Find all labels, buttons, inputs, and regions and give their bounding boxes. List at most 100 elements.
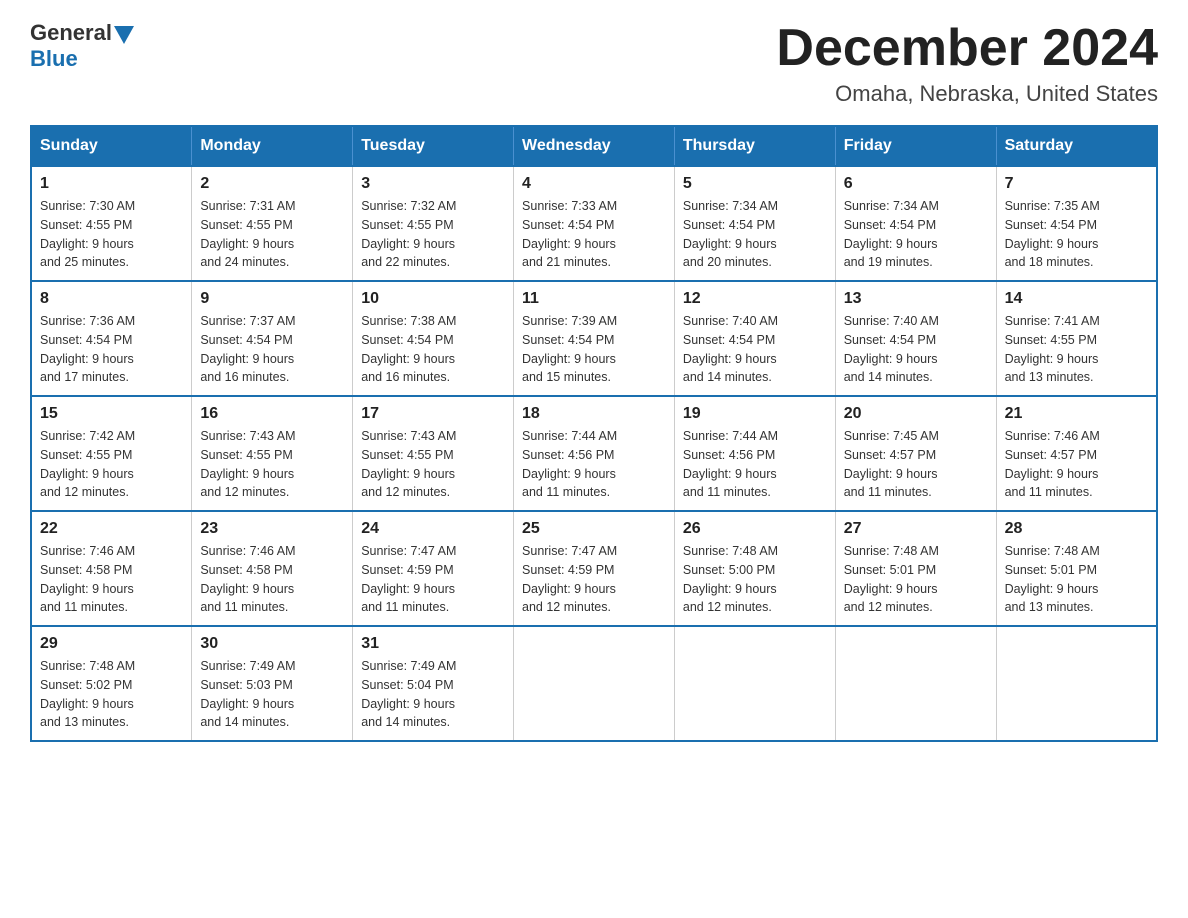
calendar-day-cell: 18 Sunrise: 7:44 AMSunset: 4:56 PMDayligh… bbox=[514, 396, 675, 511]
location-subtitle: Omaha, Nebraska, United States bbox=[776, 81, 1158, 107]
calendar-day-cell: 3Sunrise: 7:32 AMSunset: 4:55 PMDaylight… bbox=[353, 166, 514, 281]
day-number: 22 bbox=[40, 520, 183, 538]
calendar-table: SundayMondayTuesdayWednesdayThursdayFrid… bbox=[30, 125, 1158, 742]
day-info: Sunrise: 7:36 AMSunset: 4:54 PMDaylight:… bbox=[40, 312, 183, 387]
day-number: 20 bbox=[844, 405, 988, 423]
calendar-day-cell: 28Sunrise: 7:48 AMSunset: 5:01 PMDayligh… bbox=[996, 511, 1157, 626]
day-number: 6 bbox=[844, 175, 988, 193]
day-number: 31 bbox=[361, 635, 505, 653]
day-number: 2 bbox=[200, 175, 344, 193]
calendar-day-cell: 4 Sunrise: 7:33 AMSunset: 4:54 PMDaylight… bbox=[514, 166, 675, 281]
day-number: 8 bbox=[40, 290, 183, 308]
day-number: 3 bbox=[361, 175, 505, 193]
day-number: 27 bbox=[844, 520, 988, 538]
day-of-week-header: Saturday bbox=[996, 126, 1157, 166]
day-number: 25 bbox=[522, 520, 666, 538]
day-info: Sunrise: 7:40 AMSunset: 4:54 PMDaylight:… bbox=[844, 312, 988, 387]
day-of-week-header: Monday bbox=[192, 126, 353, 166]
calendar-header-row: SundayMondayTuesdayWednesdayThursdayFrid… bbox=[31, 126, 1157, 166]
day-info: Sunrise: 7:41 AMSunset: 4:55 PMDaylight:… bbox=[1005, 312, 1148, 387]
day-number: 4 bbox=[522, 175, 666, 193]
day-info: Sunrise: 7:40 AMSunset: 4:54 PMDaylight:… bbox=[683, 312, 827, 387]
day-info: Sunrise: 7:37 AMSunset: 4:54 PMDaylight:… bbox=[200, 312, 344, 387]
day-number: 21 bbox=[1005, 405, 1148, 423]
day-info: Sunrise: 7:46 AMSunset: 4:58 PMDaylight:… bbox=[40, 542, 183, 617]
calendar-day-cell: 6 Sunrise: 7:34 AMSunset: 4:54 PMDaylight… bbox=[835, 166, 996, 281]
day-number: 23 bbox=[200, 520, 344, 538]
calendar-day-cell: 23 Sunrise: 7:46 AMSunset: 4:58 PMDayligh… bbox=[192, 511, 353, 626]
day-info: Sunrise: 7:42 AMSunset: 4:55 PMDaylight:… bbox=[40, 427, 183, 502]
calendar-day-cell: 17 Sunrise: 7:43 AMSunset: 4:55 PMDayligh… bbox=[353, 396, 514, 511]
calendar-day-cell: 5Sunrise: 7:34 AMSunset: 4:54 PMDaylight… bbox=[674, 166, 835, 281]
day-number: 15 bbox=[40, 405, 183, 423]
logo: General Blue bbox=[30, 20, 134, 72]
calendar-day-cell bbox=[674, 626, 835, 741]
day-info: Sunrise: 7:39 AMSunset: 4:54 PMDaylight:… bbox=[522, 312, 666, 387]
logo-blue-text: Blue bbox=[30, 46, 78, 72]
day-info: Sunrise: 7:43 AMSunset: 4:55 PMDaylight:… bbox=[200, 427, 344, 502]
calendar-day-cell: 2 Sunrise: 7:31 AMSunset: 4:55 PMDaylight… bbox=[192, 166, 353, 281]
calendar-day-cell: 14 Sunrise: 7:41 AMSunset: 4:55 PMDayligh… bbox=[996, 281, 1157, 396]
day-info: Sunrise: 7:33 AMSunset: 4:54 PMDaylight:… bbox=[522, 197, 666, 272]
day-info: Sunrise: 7:45 AMSunset: 4:57 PMDaylight:… bbox=[844, 427, 988, 502]
day-number: 1 bbox=[40, 175, 183, 193]
day-info: Sunrise: 7:46 AMSunset: 4:57 PMDaylight:… bbox=[1005, 427, 1148, 502]
day-info: Sunrise: 7:47 AMSunset: 4:59 PMDaylight:… bbox=[361, 542, 505, 617]
day-number: 28 bbox=[1005, 520, 1148, 538]
day-info: Sunrise: 7:48 AMSunset: 5:00 PMDaylight:… bbox=[683, 542, 827, 617]
day-info: Sunrise: 7:34 AMSunset: 4:54 PMDaylight:… bbox=[844, 197, 988, 272]
day-number: 29 bbox=[40, 635, 183, 653]
calendar-day-cell bbox=[835, 626, 996, 741]
calendar-day-cell: 13 Sunrise: 7:40 AMSunset: 4:54 PMDayligh… bbox=[835, 281, 996, 396]
calendar-day-cell: 25 Sunrise: 7:47 AMSunset: 4:59 PMDayligh… bbox=[514, 511, 675, 626]
day-info: Sunrise: 7:49 AMSunset: 5:04 PMDaylight:… bbox=[361, 657, 505, 732]
calendar-day-cell: 20 Sunrise: 7:45 AMSunset: 4:57 PMDayligh… bbox=[835, 396, 996, 511]
month-title: December 2024 bbox=[776, 20, 1158, 77]
day-info: Sunrise: 7:44 AMSunset: 4:56 PMDaylight:… bbox=[522, 427, 666, 502]
calendar-day-cell: 29 Sunrise: 7:48 AMSunset: 5:02 PMDayligh… bbox=[31, 626, 192, 741]
day-number: 19 bbox=[683, 405, 827, 423]
day-number: 13 bbox=[844, 290, 988, 308]
day-number: 10 bbox=[361, 290, 505, 308]
calendar-day-cell: 24 Sunrise: 7:47 AMSunset: 4:59 PMDayligh… bbox=[353, 511, 514, 626]
calendar-day-cell bbox=[514, 626, 675, 741]
calendar-day-cell: 9Sunrise: 7:37 AMSunset: 4:54 PMDaylight… bbox=[192, 281, 353, 396]
day-info: Sunrise: 7:31 AMSunset: 4:55 PMDaylight:… bbox=[200, 197, 344, 272]
day-of-week-header: Thursday bbox=[674, 126, 835, 166]
calendar-week-row: 1Sunrise: 7:30 AMSunset: 4:55 PMDaylight… bbox=[31, 166, 1157, 281]
calendar-day-cell: 27Sunrise: 7:48 AMSunset: 5:01 PMDayligh… bbox=[835, 511, 996, 626]
calendar-day-cell: 21 Sunrise: 7:46 AMSunset: 4:57 PMDayligh… bbox=[996, 396, 1157, 511]
calendar-day-cell: 19 Sunrise: 7:44 AMSunset: 4:56 PMDayligh… bbox=[674, 396, 835, 511]
logo-general-text: General bbox=[30, 20, 112, 46]
day-of-week-header: Sunday bbox=[31, 126, 192, 166]
title-section: December 2024 Omaha, Nebraska, United St… bbox=[776, 20, 1158, 107]
day-of-week-header: Friday bbox=[835, 126, 996, 166]
calendar-day-cell: 31 Sunrise: 7:49 AMSunset: 5:04 PMDayligh… bbox=[353, 626, 514, 741]
day-number: 18 bbox=[522, 405, 666, 423]
calendar-day-cell: 16 Sunrise: 7:43 AMSunset: 4:55 PMDayligh… bbox=[192, 396, 353, 511]
day-info: Sunrise: 7:48 AMSunset: 5:02 PMDaylight:… bbox=[40, 657, 183, 732]
day-info: Sunrise: 7:47 AMSunset: 4:59 PMDaylight:… bbox=[522, 542, 666, 617]
calendar-body: 1Sunrise: 7:30 AMSunset: 4:55 PMDaylight… bbox=[31, 166, 1157, 741]
day-number: 12 bbox=[683, 290, 827, 308]
day-number: 17 bbox=[361, 405, 505, 423]
day-info: Sunrise: 7:35 AMSunset: 4:54 PMDaylight:… bbox=[1005, 197, 1148, 272]
day-number: 24 bbox=[361, 520, 505, 538]
calendar-day-cell: 8 Sunrise: 7:36 AMSunset: 4:54 PMDaylight… bbox=[31, 281, 192, 396]
calendar-week-row: 8 Sunrise: 7:36 AMSunset: 4:54 PMDaylight… bbox=[31, 281, 1157, 396]
calendar-day-cell: 1Sunrise: 7:30 AMSunset: 4:55 PMDaylight… bbox=[31, 166, 192, 281]
day-number: 16 bbox=[200, 405, 344, 423]
calendar-day-cell: 22 Sunrise: 7:46 AMSunset: 4:58 PMDayligh… bbox=[31, 511, 192, 626]
calendar-day-cell: 30Sunrise: 7:49 AMSunset: 5:03 PMDayligh… bbox=[192, 626, 353, 741]
calendar-day-cell bbox=[996, 626, 1157, 741]
day-info: Sunrise: 7:44 AMSunset: 4:56 PMDaylight:… bbox=[683, 427, 827, 502]
day-info: Sunrise: 7:34 AMSunset: 4:54 PMDaylight:… bbox=[683, 197, 827, 272]
calendar-day-cell: 12 Sunrise: 7:40 AMSunset: 4:54 PMDayligh… bbox=[674, 281, 835, 396]
calendar-day-cell: 10Sunrise: 7:38 AMSunset: 4:54 PMDayligh… bbox=[353, 281, 514, 396]
day-info: Sunrise: 7:46 AMSunset: 4:58 PMDaylight:… bbox=[200, 542, 344, 617]
day-number: 14 bbox=[1005, 290, 1148, 308]
logo-arrow-icon bbox=[114, 26, 134, 44]
day-info: Sunrise: 7:43 AMSunset: 4:55 PMDaylight:… bbox=[361, 427, 505, 502]
day-number: 11 bbox=[522, 290, 666, 308]
calendar-day-cell: 26Sunrise: 7:48 AMSunset: 5:00 PMDayligh… bbox=[674, 511, 835, 626]
